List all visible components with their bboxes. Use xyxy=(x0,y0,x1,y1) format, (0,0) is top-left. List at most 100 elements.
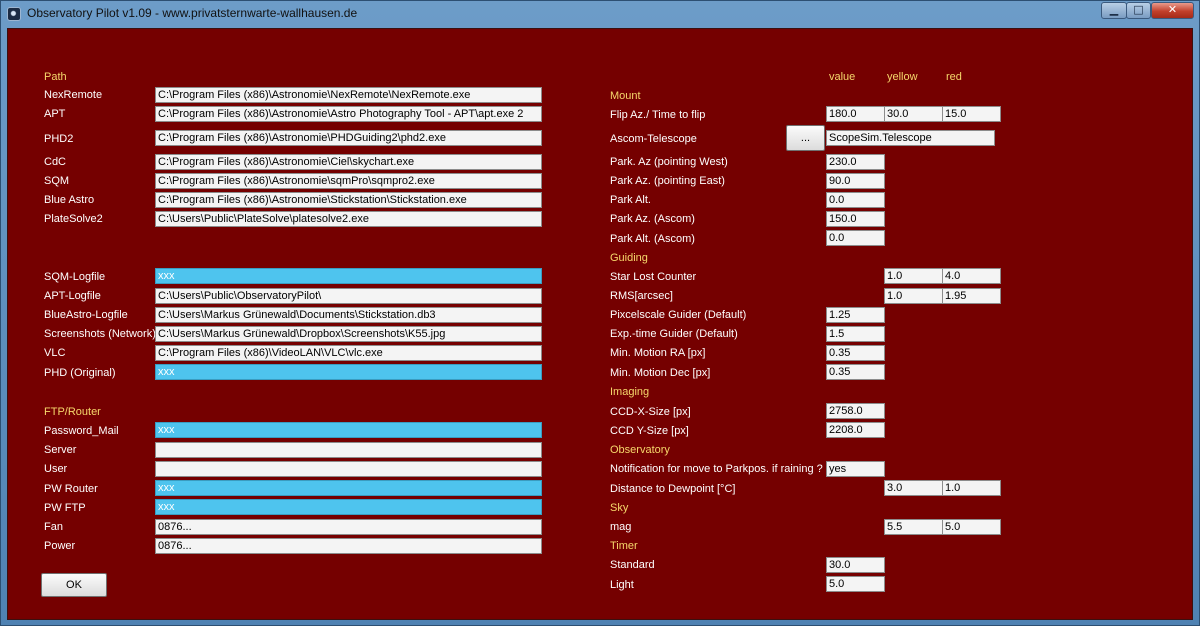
field-fan[interactable]: 0876... xyxy=(155,519,542,535)
field-apt[interactable]: C:\Program Files (x86)\Astronomie\Astro … xyxy=(155,106,542,122)
label-park-az-ascom: Park Az. (Ascom) xyxy=(610,213,695,225)
label-star-lost: Star Lost Counter xyxy=(610,271,697,283)
label-timer-light: Light xyxy=(610,579,634,591)
label-pw-router: PW Router xyxy=(44,483,98,495)
field-mag-yellow[interactable]: 5.5 xyxy=(884,519,943,535)
field-min-motion-dec[interactable]: 0.35 xyxy=(826,364,885,380)
label-platesolve2: PlateSolve2 xyxy=(44,213,103,225)
field-pixelscale[interactable]: 1.25 xyxy=(826,307,885,323)
field-park-alt[interactable]: 0.0 xyxy=(826,192,885,208)
ascom-browse-button[interactable]: ... xyxy=(786,125,825,151)
section-guiding-title: Guiding xyxy=(610,252,648,264)
field-platesolve2[interactable]: C:\Users\Public\PlateSolve\platesolve2.e… xyxy=(155,211,542,227)
label-timer-standard: Standard xyxy=(610,559,655,571)
field-park-west[interactable]: 230.0 xyxy=(826,154,885,170)
section-mount-title: Mount xyxy=(610,90,641,102)
label-vlc: VLC xyxy=(44,347,66,359)
title-bar[interactable]: Observatory Pilot v1.09 - www.privatster… xyxy=(1,1,1199,27)
field-min-motion-ra[interactable]: 0.35 xyxy=(826,345,885,361)
field-pw-ftp[interactable]: xxx xyxy=(155,499,542,515)
label-mag: mag xyxy=(610,521,632,533)
label-nexremote: NexRemote xyxy=(44,89,103,101)
field-dewpoint-red[interactable]: 1.0 xyxy=(942,480,1001,496)
label-exptime: Exp.-time Guider (Default) xyxy=(610,328,738,340)
field-flip-red[interactable]: 15.0 xyxy=(942,106,1001,122)
label-park-alt: Park Alt. xyxy=(610,194,651,206)
label-ccd-x: CCD-X-Size [px] xyxy=(610,406,691,418)
label-ascom-telescope: Ascom-Telescope xyxy=(610,133,697,145)
label-min-motion-dec: Min. Motion Dec [px] xyxy=(610,367,711,379)
field-vlc[interactable]: C:\Program Files (x86)\VideoLAN\VLC\vlc.… xyxy=(155,345,542,361)
field-flip-value[interactable]: 180.0 xyxy=(826,106,885,122)
section-observatory-title: Observatory xyxy=(610,444,670,456)
field-rms-yellow[interactable]: 1.0 xyxy=(884,288,943,304)
label-cdc: CdC xyxy=(44,156,67,168)
field-exptime[interactable]: 1.5 xyxy=(826,326,885,342)
settings-panel: Path NexRemote C:\Program Files (x86)\As… xyxy=(7,28,1193,620)
field-phd2[interactable]: C:\Program Files (x86)\Astronomie\PHDGui… xyxy=(155,130,542,146)
field-screenshots[interactable]: C:\Users\Markus Grünewald\Dropbox\Screen… xyxy=(155,326,542,342)
field-notification[interactable]: yes xyxy=(826,461,885,477)
label-blueastro-logfile: BlueAstro-Logfile xyxy=(44,309,128,321)
label-min-motion-ra: Min. Motion RA [px] xyxy=(610,347,706,359)
label-password-mail: Password_Mail xyxy=(44,425,119,437)
field-flip-yellow[interactable]: 30.0 xyxy=(884,106,943,122)
field-park-az-ascom[interactable]: 150.0 xyxy=(826,211,885,227)
label-sqm-logfile: SQM-Logfile xyxy=(44,271,106,283)
label-apt: APT xyxy=(44,108,66,120)
field-password-mail[interactable]: xxx xyxy=(155,422,542,438)
field-dewpoint-yellow[interactable]: 3.0 xyxy=(884,480,943,496)
maximize-button[interactable]: □ xyxy=(1126,2,1151,19)
field-star-lost-yellow[interactable]: 1.0 xyxy=(884,268,943,284)
label-pixelscale: Pixcelscale Guider (Default) xyxy=(610,309,747,321)
field-pw-router[interactable]: xxx xyxy=(155,480,542,496)
section-ftp-title: FTP/Router xyxy=(44,406,101,418)
field-server[interactable] xyxy=(155,442,542,458)
field-apt-logfile[interactable]: C:\Users\Public\ObservatoryPilot\ xyxy=(155,288,542,304)
app-window: Observatory Pilot v1.09 - www.privatster… xyxy=(0,0,1200,626)
field-ccd-x[interactable]: 2758.0 xyxy=(826,403,885,419)
label-user: User xyxy=(44,463,68,475)
field-phd-original[interactable]: xxx xyxy=(155,364,542,380)
close-button[interactable]: ✕ xyxy=(1151,2,1194,19)
field-nexremote[interactable]: C:\Program Files (x86)\Astronomie\NexRem… xyxy=(155,87,542,103)
label-park-west: Park. Az (pointing West) xyxy=(610,156,728,168)
label-sqm: SQM xyxy=(44,175,70,187)
field-park-alt-ascom[interactable]: 0.0 xyxy=(826,230,885,246)
label-fan: Fan xyxy=(44,521,63,533)
field-blueastro-logfile[interactable]: C:\Users\Markus Grünewald\Documents\Stic… xyxy=(155,307,542,323)
field-mag-red[interactable]: 5.0 xyxy=(942,519,1001,535)
field-sqm-logfile[interactable]: xxx xyxy=(155,268,542,284)
field-timer-standard[interactable]: 30.0 xyxy=(826,557,885,573)
field-rms-red[interactable]: 1.95 xyxy=(942,288,1001,304)
window-title: Observatory Pilot v1.09 - www.privatster… xyxy=(27,6,358,20)
column-header-value: value xyxy=(829,71,856,83)
field-timer-light[interactable]: 5.0 xyxy=(826,576,885,592)
label-flip-az: Flip Az./ Time to flip xyxy=(610,109,706,121)
field-park-east[interactable]: 90.0 xyxy=(826,173,885,189)
field-user[interactable] xyxy=(155,461,542,477)
field-sqm[interactable]: C:\Program Files (x86)\Astronomie\sqmPro… xyxy=(155,173,542,189)
app-icon xyxy=(7,7,21,21)
label-apt-logfile: APT-Logfile xyxy=(44,290,101,302)
field-blue-astro[interactable]: C:\Program Files (x86)\Astronomie\Sticks… xyxy=(155,192,542,208)
field-power[interactable]: 0876... xyxy=(155,538,542,554)
field-ccd-y[interactable]: 2208.0 xyxy=(826,422,885,438)
close-icon: ✕ xyxy=(1167,3,1178,16)
label-park-east: Park Az. (pointing East) xyxy=(610,175,725,187)
field-ascom-telescope[interactable]: ScopeSim.Telescope xyxy=(826,130,995,146)
label-rms: RMS[arcsec] xyxy=(610,290,673,302)
ok-button[interactable]: OK xyxy=(41,573,107,597)
maximize-icon: □ xyxy=(1133,3,1144,16)
minimize-button[interactable]: ▁ xyxy=(1101,2,1127,19)
label-ccd-y: CCD Y-Size [px] xyxy=(610,425,689,437)
section-sky-title: Sky xyxy=(610,502,629,514)
minimize-icon: ▁ xyxy=(1109,3,1119,16)
label-phd2: PHD2 xyxy=(44,133,74,145)
label-screenshots: Screenshots (Network) xyxy=(44,328,156,340)
section-timer-title: Timer xyxy=(610,540,638,552)
label-power: Power xyxy=(44,540,76,552)
label-phd-original: PHD (Original) xyxy=(44,367,116,379)
field-cdc[interactable]: C:\Program Files (x86)\Astronomie\Ciel\s… xyxy=(155,154,542,170)
field-star-lost-red[interactable]: 4.0 xyxy=(942,268,1001,284)
